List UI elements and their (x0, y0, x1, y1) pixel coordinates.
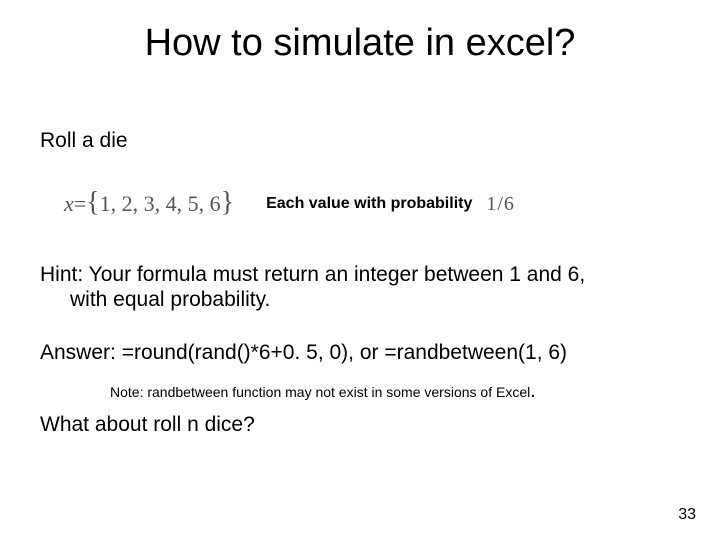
what-about-text: What about roll n dice? (40, 412, 255, 437)
page-number: 33 (678, 506, 696, 524)
note-period: . (530, 380, 536, 402)
slide: How to simulate in excel? Roll a die x =… (0, 0, 720, 540)
note-body: Note: randbetween function may not exist… (110, 384, 530, 400)
roll-a-die-text: Roll a die (40, 128, 128, 153)
equation-probability: 1 / 6 (486, 193, 514, 216)
answer-text: Answer: =round(rand()*6+0. 5, 0), or =ra… (40, 340, 660, 365)
equation-set: x = { 1, 2, 3, 4, 5, 6 } (64, 188, 234, 220)
equation-x: x (64, 191, 74, 217)
hint-line1: Hint: Your formula must return an intege… (40, 263, 585, 286)
hint-text: Hint: Your formula must return an intege… (40, 262, 660, 312)
equation-rbrace: } (221, 187, 234, 219)
equation-caption: Each value with probability (266, 195, 472, 213)
prob-numerator: 1 (486, 193, 496, 216)
equation-equals: = (74, 191, 86, 217)
note-text: Note: randbetween function may not exist… (110, 380, 536, 403)
prob-slash: / (497, 193, 503, 216)
equation-row: x = { 1, 2, 3, 4, 5, 6 } Each value with… (64, 188, 660, 220)
equation-lbrace: { (86, 187, 99, 219)
hint-line2: with equal probability. (40, 287, 660, 312)
slide-title: How to simulate in excel? (0, 22, 720, 65)
equation-values: 1, 2, 3, 4, 5, 6 (100, 191, 221, 217)
prob-denominator: 6 (504, 193, 514, 216)
